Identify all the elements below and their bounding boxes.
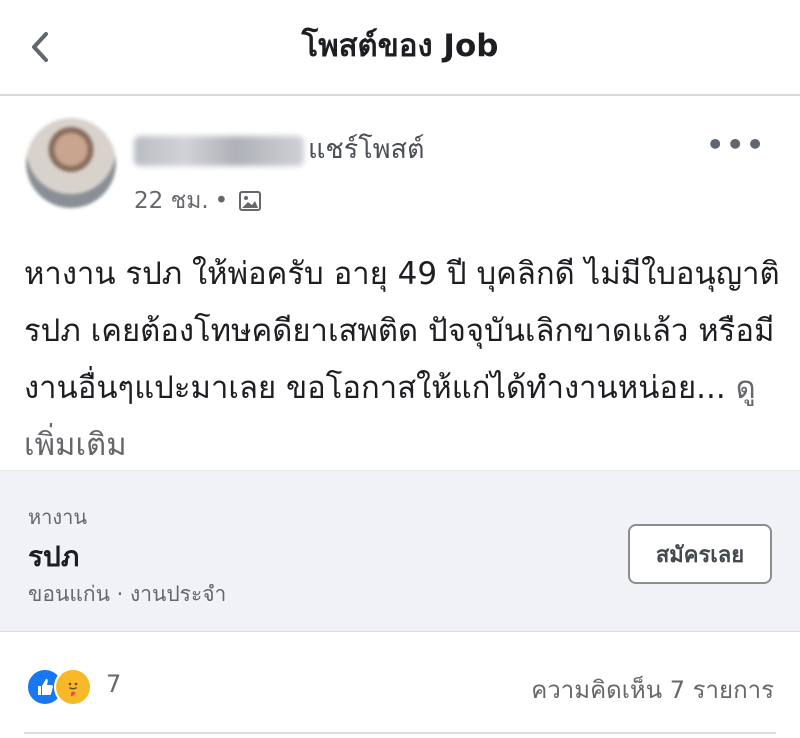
- care-icon: [54, 668, 92, 706]
- more-options-button[interactable]: •••: [706, 128, 766, 161]
- engagement-bar: 7 ความคิดเห็น 7 รายการ: [0, 662, 800, 712]
- meta-separator: •: [214, 188, 229, 214]
- post-header: แชร์โพสต์ 22 ชม. • •••: [0, 110, 800, 220]
- post-body: หางาน รปภ ให้พ่อครับ อายุ 49 ปี บุคลิกดี…: [24, 246, 784, 474]
- divider: [24, 732, 776, 734]
- more-horizontal-icon: •••: [706, 128, 766, 161]
- post-action-text: แชร์โพสต์: [308, 134, 425, 165]
- comments-count-link[interactable]: ความคิดเห็น 7 รายการ: [531, 670, 774, 709]
- reaction-icons[interactable]: [26, 668, 92, 706]
- post-meta: 22 ชม. •: [134, 186, 262, 216]
- post-timestamp[interactable]: 22 ชม.: [134, 186, 209, 216]
- job-title: รปภ: [28, 540, 80, 573]
- job-category: หางาน: [28, 505, 88, 529]
- job-listing-card[interactable]: หางาน รปภ ขอนแก่น · งานประจำ สมัครเลย: [0, 470, 800, 632]
- apply-now-button[interactable]: สมัครเลย: [628, 524, 772, 584]
- reaction-count[interactable]: 7: [106, 670, 121, 698]
- page-title: โพสต์ของ Job: [301, 28, 499, 64]
- author-name-blurred[interactable]: [134, 136, 304, 166]
- job-location-type: ขอนแก่น · งานประจำ: [28, 582, 227, 606]
- photo-icon: [239, 191, 262, 211]
- top-app-bar: โพสต์ของ Job: [0, 0, 800, 96]
- avatar[interactable]: [26, 118, 116, 208]
- post-body-text: หางาน รปภ ให้พ่อครับ อายุ 49 ปี บุคลิกดี…: [24, 256, 780, 406]
